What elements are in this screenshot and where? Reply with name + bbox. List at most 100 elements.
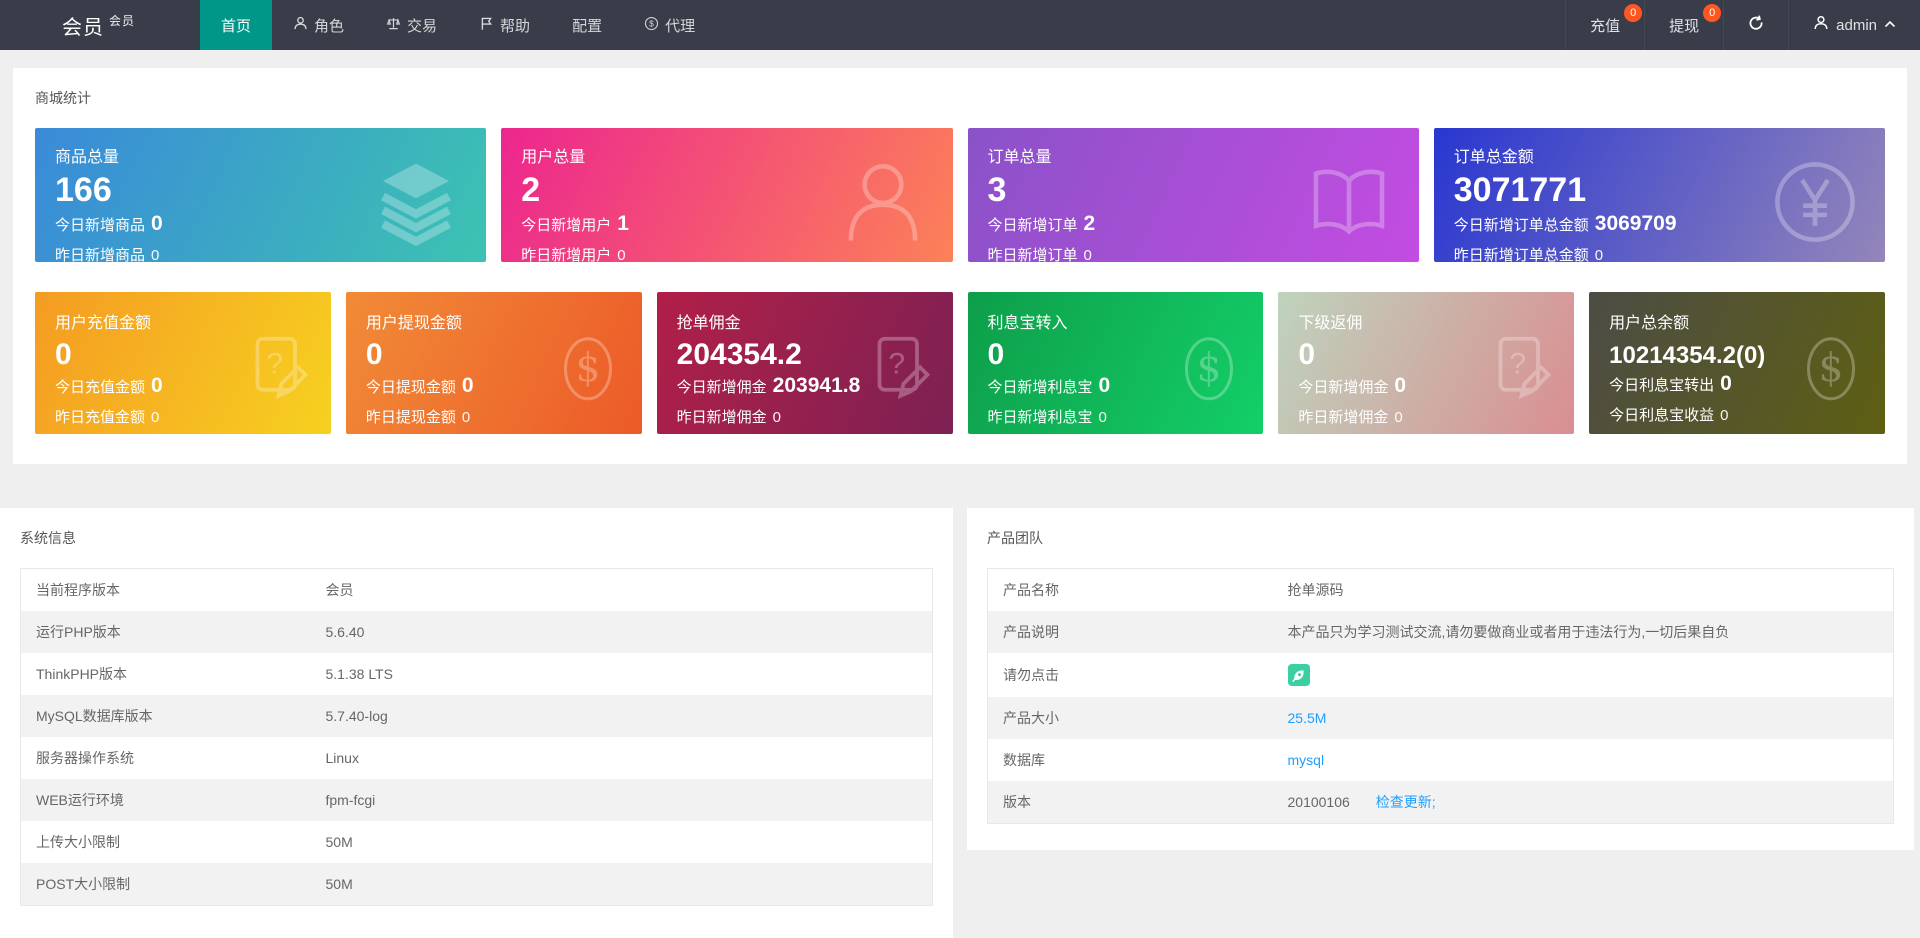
app-logo[interactable]: 会员 会员 xyxy=(0,0,200,50)
nav-item-label: 代理 xyxy=(665,17,696,35)
stat-card-yesterday-value: 0 xyxy=(151,409,160,426)
stat-card-today-label: 今日新增利息宝 xyxy=(987,379,1093,396)
system-info-panel: 系统信息 当前程序版本 会员 运行PHP版本 5.6.40 ThinkPHP版本 5.1.… xyxy=(0,508,953,938)
stat-card-recharge-amount: 用户充值金额 0 今日充值金额 0 昨日充值金额 0? xyxy=(35,292,331,434)
stat-card-today-value: 0 xyxy=(1720,372,1732,396)
nav-item-roles[interactable]: 角色 xyxy=(272,0,365,50)
stat-card-yesterday-line: 昨日新增订单总金额 0 xyxy=(1454,244,1865,262)
info-row-label: ThinkPHP版本 xyxy=(36,666,128,682)
product-team-table: 产品名称 抢单源码产品说明 本产品只为学习测试交流,请勿要做商业或者用于违法行为,一… xyxy=(987,568,1894,824)
info-row-label: 运行PHP版本 xyxy=(36,624,121,640)
info-row-link[interactable]: mysql xyxy=(1288,752,1325,768)
product-team-title: 产品团队 xyxy=(987,530,1043,546)
info-row-label: WEB运行环境 xyxy=(36,792,124,808)
stat-card-today-value: 203941.8 xyxy=(772,374,861,397)
stat-card-yesterday-value: 0 xyxy=(151,247,160,262)
product-team-row: 版本 20100106 检查更新; xyxy=(987,781,1894,824)
stat-card-value: 0 xyxy=(365,338,383,371)
info-row-link[interactable]: 25.5M xyxy=(1288,710,1327,726)
stat-card-title: 用户提现金额 xyxy=(365,315,462,332)
system-info-row: 当前程序版本 会员 xyxy=(21,569,933,612)
info-row-label: 产品说明 xyxy=(1003,624,1059,640)
stat-card-title: 商品总量 xyxy=(55,149,120,166)
recharge-nav-item[interactable]: 充值 0 xyxy=(1565,0,1644,50)
refresh-button[interactable] xyxy=(1723,0,1788,50)
stat-card-title: 下级返佣 xyxy=(1298,315,1363,332)
nav-item-label: 角色 xyxy=(314,17,345,35)
check-update-link[interactable]: 检查更新; xyxy=(1376,794,1436,810)
info-row-label: 数据库 xyxy=(1003,752,1045,768)
withdraw-nav-item[interactable]: 提现 0 xyxy=(1644,0,1723,50)
stat-card-today-label: 今日新增商品 xyxy=(55,217,146,235)
stat-card-order-amount: 订单总金额 3071771 今日新增订单总金额 3069709 昨日新增订单总金额 0 xyxy=(1433,128,1885,262)
nav-item-help[interactable]: 帮助 xyxy=(458,0,551,50)
info-row-label: 产品大小 xyxy=(1003,710,1059,726)
stat-card-title: 订单总金额 xyxy=(1453,149,1534,166)
stat-card-withdraw-amount: 用户提现金额 0 今日提现金额 0 昨日提现金额 0 $ xyxy=(345,292,642,434)
app-logo-text: 会员 xyxy=(62,16,104,39)
stat-card-today-line: 今日充值金额 0 xyxy=(55,374,311,398)
stat-card-yesterday-line: 昨日新增佣金 0 xyxy=(677,406,933,427)
system-info-row: MySQL数据库版本 5.7.40-log xyxy=(20,695,933,737)
rocket-icon[interactable] xyxy=(1287,664,1310,686)
stat-card-today-value: 2 xyxy=(1083,212,1096,236)
stat-card-yesterday-value: 0 xyxy=(1098,409,1107,426)
info-row-value: Linux xyxy=(325,750,359,766)
recharge-label: 充值 xyxy=(1590,17,1621,35)
info-row-label: 产品名称 xyxy=(1003,582,1059,598)
stat-card-users-total: 用户总量 2 今日新增用户 1 昨日新增用户 0 xyxy=(501,128,953,262)
refresh-icon xyxy=(1748,15,1764,35)
stat-card-goods-total: 商品总量 166 今日新增商品 0 昨日新增商品 0 xyxy=(35,128,487,262)
stats-panel: 商城统计 商品总量 166 今日新增商品 0 昨日新增商品 0 用户总量 2 今日新增用户 1 昨日… xyxy=(13,68,1907,464)
stat-card-today-value: 0 xyxy=(1394,374,1407,397)
stat-card-yesterday-value: 0 xyxy=(461,409,471,426)
info-row-value: 5.1.38 LTS xyxy=(325,666,393,682)
system-info-row: WEB运行环境 fpm-fcgi xyxy=(20,779,933,821)
main-content: 商城统计 商品总量 166 今日新增商品 0 昨日新增商品 0 用户总量 2 今日新增用户 1 昨日… xyxy=(0,68,1920,938)
nav-item-label: 首页 xyxy=(221,17,252,35)
product-team-row: 数据库 mysql xyxy=(988,739,1894,781)
stat-card-yesterday-line: 昨日新增佣金 0 xyxy=(1298,406,1554,427)
system-info-row: 上传大小限制 50M xyxy=(21,821,933,863)
stat-card-yesterday-line: 昨日新增商品 0 xyxy=(55,244,466,262)
nav-item-config[interactable]: 配置 xyxy=(551,0,623,50)
stat-card-today-line: 今日新增佣金 0 xyxy=(1298,374,1554,398)
stat-card-yesterday-label: 昨日新增佣金 xyxy=(676,409,767,426)
nav-item-trade[interactable]: 交易 xyxy=(365,0,458,50)
product-team-row: 产品名称 抢单源码 xyxy=(988,569,1894,612)
stat-card-today-value: 1 xyxy=(617,212,629,236)
user-menu[interactable]: admin xyxy=(1788,0,1920,50)
stat-card-title: 用户充值金额 xyxy=(55,315,152,332)
stat-card-yesterday-line: 昨日新增订单 0 xyxy=(988,244,1399,262)
stat-card-today-label: 今日利息宝转出 xyxy=(1609,377,1715,395)
stat-card-value: 0 xyxy=(1298,338,1316,371)
stat-card-yesterday-value: 0 xyxy=(617,247,626,262)
stat-card-value: 0 xyxy=(987,338,1005,371)
nav-item-home[interactable]: 首页 xyxy=(200,0,273,50)
stat-card-title: 用户总余额 xyxy=(1609,315,1690,332)
stat-card-yesterday-label: 昨日新增用户 xyxy=(521,247,612,262)
stat-card-today-line: 今日新增订单总金额 3069709 xyxy=(1454,212,1865,236)
stat-card-today-value: 0 xyxy=(151,212,163,236)
stat-card-value: 166 xyxy=(55,171,112,209)
stat-card-user-balance: 用户总余额 10214354.2(0) 今日利息宝转出 0 今日利息宝收益 0 $ xyxy=(1589,292,1885,434)
stat-card-title: 订单总量 xyxy=(987,149,1052,166)
stat-card-value: 3 xyxy=(987,171,1007,209)
version-number: 20100106 xyxy=(1287,794,1350,810)
stat-card-today-label: 今日提现金额 xyxy=(365,379,456,396)
info-row-value: 本产品只为学习测试交流,请勿要做商业或者用于违法行为,一切后果自负 xyxy=(1287,624,1730,640)
navbar: 会员 会员 首页 角色 交易 帮助 配置 $ 代理 充值 0 提现 0 admi… xyxy=(0,0,1920,50)
main-nav: 首页 角色 交易 帮助 配置 $ 代理 xyxy=(200,0,716,50)
info-row-label: 当前程序版本 xyxy=(36,582,120,598)
stat-card-yesterday-label: 昨日提现金额 xyxy=(365,409,456,426)
navbar-right: 充值 0 提现 0 admin xyxy=(1565,0,1920,50)
stat-card-value: 3071771 xyxy=(1453,171,1587,209)
info-row-value: 50M xyxy=(325,834,353,850)
system-info-row: 服务器操作系统 Linux xyxy=(21,737,933,779)
nav-item-agent[interactable]: $ 代理 xyxy=(623,0,716,50)
stat-card-sub-rebate: 下级返佣 0 今日新增佣金 0 昨日新增佣金 0? xyxy=(1278,292,1575,434)
info-row-value: 抢单源码 xyxy=(1287,582,1344,598)
system-info-row: ThinkPHP版本 5.1.38 LTS xyxy=(21,653,933,695)
info-row-label: 上传大小限制 xyxy=(36,834,120,850)
stat-card-yesterday-label: 昨日新增利息宝 xyxy=(987,409,1093,426)
